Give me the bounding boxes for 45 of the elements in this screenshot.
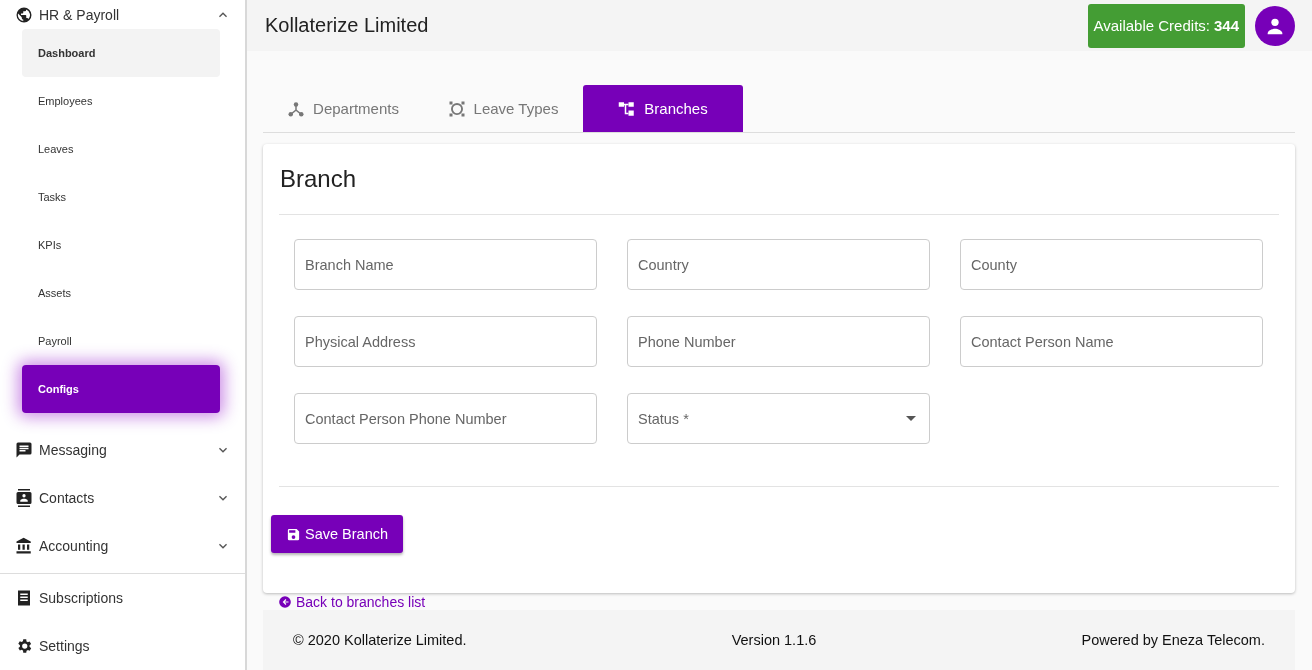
tab[interactable]: Branches bbox=[583, 85, 743, 132]
input-field[interactable]: Branch Name bbox=[294, 239, 597, 290]
company-title: Kollaterize Limited bbox=[265, 14, 430, 37]
message-icon bbox=[15, 441, 33, 459]
form-title: Branch bbox=[280, 164, 358, 194]
sidebar-item[interactable]: Settings bbox=[0, 622, 245, 670]
list-icon bbox=[15, 589, 33, 607]
sidebar-subitem[interactable]: Leaves bbox=[22, 125, 220, 173]
sidebar-group[interactable]: HR & Payroll bbox=[0, 0, 245, 29]
avatar[interactable] bbox=[1255, 5, 1295, 46]
ring-icon bbox=[447, 99, 466, 118]
sidebar-item[interactable]: Accounting bbox=[0, 522, 245, 570]
tab[interactable]: Leave Types bbox=[423, 85, 583, 132]
save-button[interactable]: Save Branch bbox=[271, 515, 404, 553]
sidebar-subitem[interactable]: KPIs bbox=[22, 221, 220, 269]
powered-by-text: Powered by Eneza Telecom. bbox=[1081, 632, 1265, 648]
input-field[interactable]: County bbox=[960, 239, 1263, 290]
version-text: Version 1.1.6 bbox=[731, 632, 817, 648]
back-link[interactable]: Back to branches list bbox=[278, 594, 426, 610]
bank-icon bbox=[15, 537, 33, 555]
caret-icon bbox=[906, 416, 916, 421]
credits-badge: Available Credits: 344 bbox=[1087, 3, 1245, 48]
input-field[interactable]: Physical Address bbox=[294, 316, 597, 367]
sidebar-item[interactable]: Subscriptions bbox=[0, 574, 245, 622]
globe-icon bbox=[15, 5, 33, 24]
input-field[interactable]: Phone Number bbox=[627, 316, 930, 367]
sidebar-subitem[interactable]: Tasks bbox=[22, 173, 220, 221]
hub-icon bbox=[287, 99, 306, 118]
copyright-text: © 2020 Kollaterize Limited. bbox=[293, 632, 467, 648]
sidebar-subitem[interactable]: Configs bbox=[22, 365, 220, 413]
sidebar-subitem[interactable]: Dashboard bbox=[22, 29, 220, 77]
sidebar-subitem[interactable]: Assets bbox=[22, 269, 220, 317]
sidebar-item[interactable]: Contacts bbox=[0, 474, 245, 522]
sidebar-subitem[interactable]: Employees bbox=[22, 77, 220, 125]
floppy-icon bbox=[286, 526, 301, 542]
sidebar-item[interactable]: Messaging bbox=[0, 426, 245, 474]
input-field[interactable]: Country bbox=[627, 239, 930, 290]
settings-icon bbox=[15, 637, 33, 655]
tab[interactable]: Departments bbox=[263, 85, 423, 132]
status-select[interactable]: Status * bbox=[627, 393, 930, 444]
contacts-icon bbox=[15, 489, 33, 507]
hierarchy-icon bbox=[618, 99, 637, 118]
input-field[interactable]: Contact Person Name bbox=[960, 316, 1263, 367]
input-field[interactable]: Contact Person Phone Number bbox=[294, 393, 597, 444]
sidebar-subitem[interactable]: Payroll bbox=[22, 317, 220, 365]
